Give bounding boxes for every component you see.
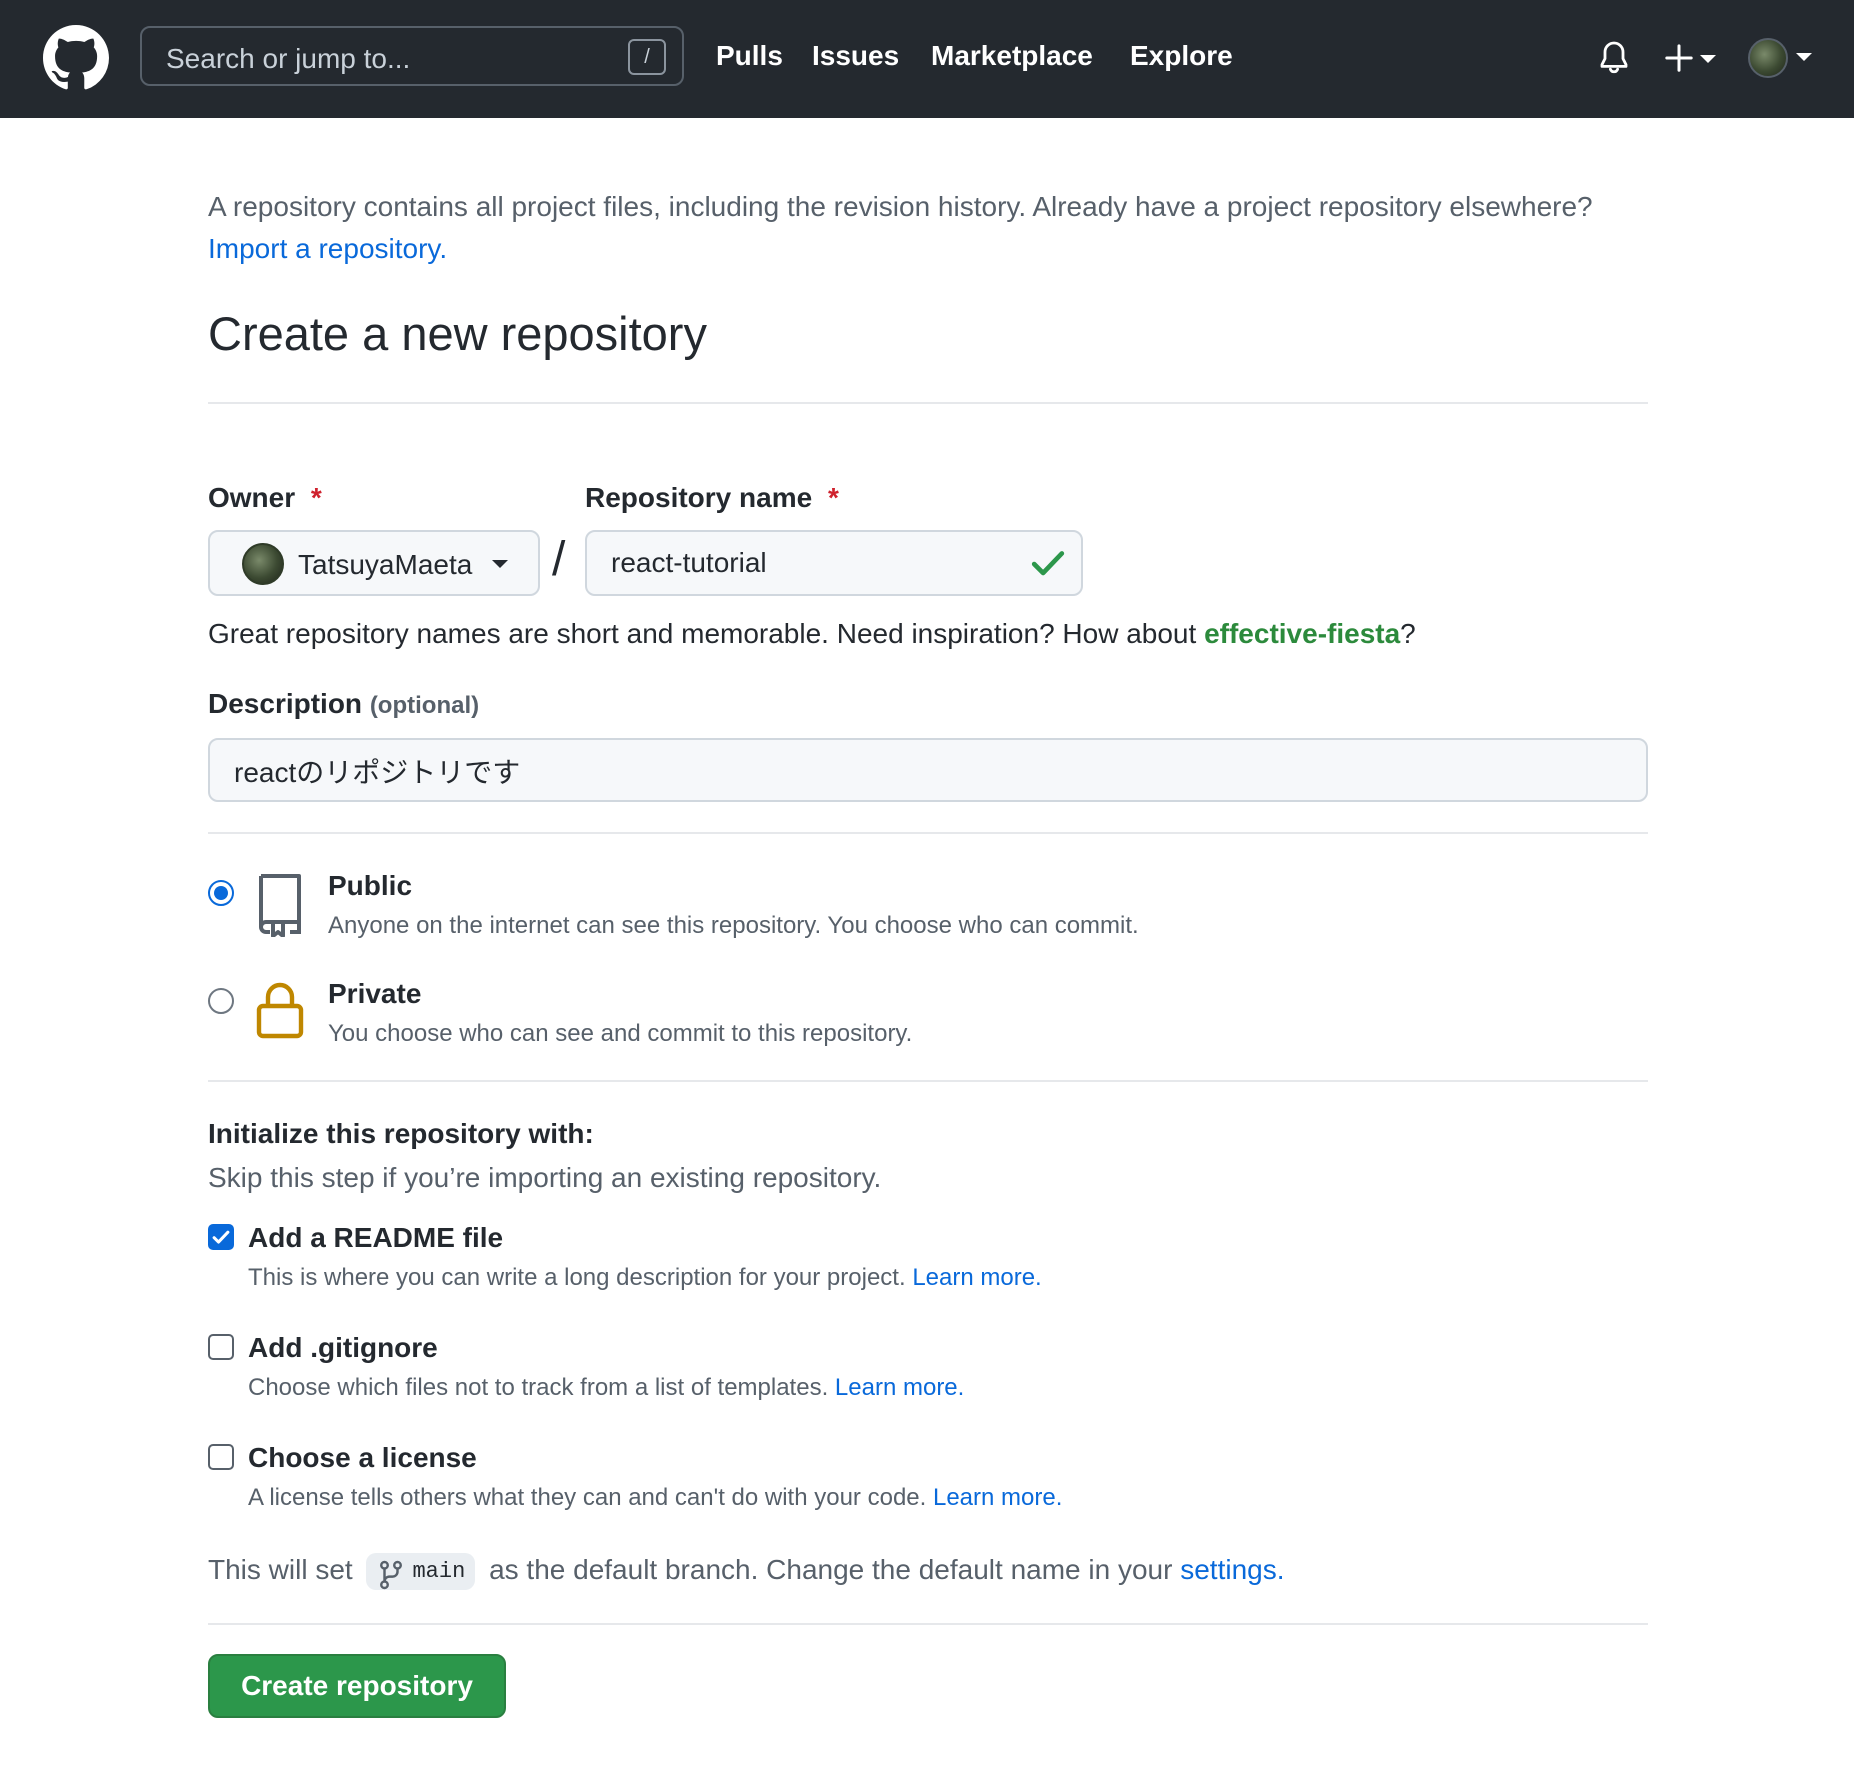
repo-book-icon: [259, 874, 301, 937]
name-suggestion-link[interactable]: effective-fiesta: [1204, 618, 1400, 649]
top-navigation-bar: Search or jump to... / Pulls Issues Mark…: [0, 0, 1854, 118]
branch-name-badge: main: [366, 1553, 476, 1590]
repository-name-field[interactable]: [585, 530, 1083, 596]
owner-label: Owner *: [208, 482, 322, 513]
checkmark-icon: [212, 1230, 230, 1244]
branch-name: main: [412, 1559, 466, 1584]
repository-name-input[interactable]: [611, 547, 1007, 579]
search-input[interactable]: Search or jump to... /: [140, 26, 684, 86]
gitignore-learn-more-link[interactable]: Learn more.: [835, 1374, 964, 1401]
readme-option-description: This is where you can write a long descr…: [248, 1264, 1042, 1291]
description-input[interactable]: [234, 755, 1383, 787]
nav-explore[interactable]: Explore: [1130, 40, 1233, 72]
readme-learn-more-link[interactable]: Learn more.: [912, 1264, 1041, 1291]
divider: [208, 832, 1648, 834]
search-placeholder: Search or jump to...: [166, 43, 411, 74]
create-repository-button[interactable]: Create repository: [208, 1654, 506, 1718]
gitignore-option-description: Choose which files not to track from a l…: [248, 1374, 965, 1401]
bell-icon[interactable]: [1598, 40, 1630, 76]
nav-marketplace[interactable]: Marketplace: [931, 40, 1093, 72]
plus-icon[interactable]: [1664, 43, 1694, 73]
readme-option-title: Add a README file: [248, 1222, 504, 1253]
description-label: Description (optional): [208, 688, 480, 719]
lock-icon: [256, 982, 304, 1039]
license-checkbox[interactable]: [208, 1444, 234, 1470]
owner-repo-separator: /: [552, 533, 566, 586]
divider: [208, 402, 1648, 404]
check-icon: [1031, 551, 1065, 576]
gitignore-checkbox[interactable]: [208, 1334, 234, 1360]
intro-paragraph: A repository contains all project files,…: [208, 191, 1593, 222]
gitignore-option-title: Add .gitignore: [248, 1332, 438, 1363]
page-title: Create a new repository: [208, 307, 707, 360]
chevron-down-icon: [492, 560, 508, 568]
search-shortcut-key: /: [628, 39, 666, 75]
owner-avatar: [242, 543, 284, 585]
required-asterisk: *: [310, 482, 322, 513]
private-radio[interactable]: [208, 988, 234, 1014]
repository-name-label: Repository name *: [585, 482, 839, 513]
description-field[interactable]: [208, 738, 1648, 802]
license-option-description: A license tells others what they can and…: [248, 1484, 1063, 1511]
initialize-subtitle: Skip this step if you’re importing an ex…: [208, 1162, 882, 1193]
intro-text: A repository contains all project files,…: [208, 186, 1648, 270]
plus-dropdown-caret-icon[interactable]: [1700, 55, 1716, 63]
public-radio[interactable]: [208, 880, 234, 906]
divider: [208, 1080, 1648, 1082]
readme-checkbox[interactable]: [208, 1224, 234, 1250]
nav-pulls[interactable]: Pulls: [716, 40, 783, 72]
user-avatar[interactable]: [1748, 38, 1788, 78]
nav-issues[interactable]: Issues: [812, 40, 899, 72]
private-option-title: Private: [328, 978, 422, 1009]
public-option-title: Public: [328, 870, 413, 901]
private-option-description: You choose who can see and commit to thi…: [328, 1020, 913, 1047]
license-learn-more-link[interactable]: Learn more.: [933, 1484, 1062, 1511]
settings-link[interactable]: settings: [1180, 1554, 1277, 1585]
license-option-title: Choose a license: [248, 1442, 477, 1473]
required-asterisk: *: [827, 482, 839, 513]
github-logo-icon[interactable]: [43, 25, 109, 91]
divider: [208, 1623, 1648, 1625]
git-branch-icon: [380, 1560, 403, 1590]
owner-dropdown[interactable]: TatsuyaMaeta: [208, 530, 540, 596]
initialize-title: Initialize this repository with:: [208, 1118, 594, 1149]
repository-name-hint: Great repository names are short and mem…: [208, 618, 1416, 649]
optional-tag: (optional): [369, 692, 480, 719]
default-branch-note: This will set main as the default branch…: [208, 1553, 1285, 1592]
owner-name: TatsuyaMaeta: [298, 549, 473, 580]
import-repository-link[interactable]: Import a repository.: [208, 233, 447, 264]
public-option-description: Anyone on the internet can see this repo…: [328, 912, 1139, 939]
avatar-dropdown-caret-icon[interactable]: [1796, 53, 1812, 61]
